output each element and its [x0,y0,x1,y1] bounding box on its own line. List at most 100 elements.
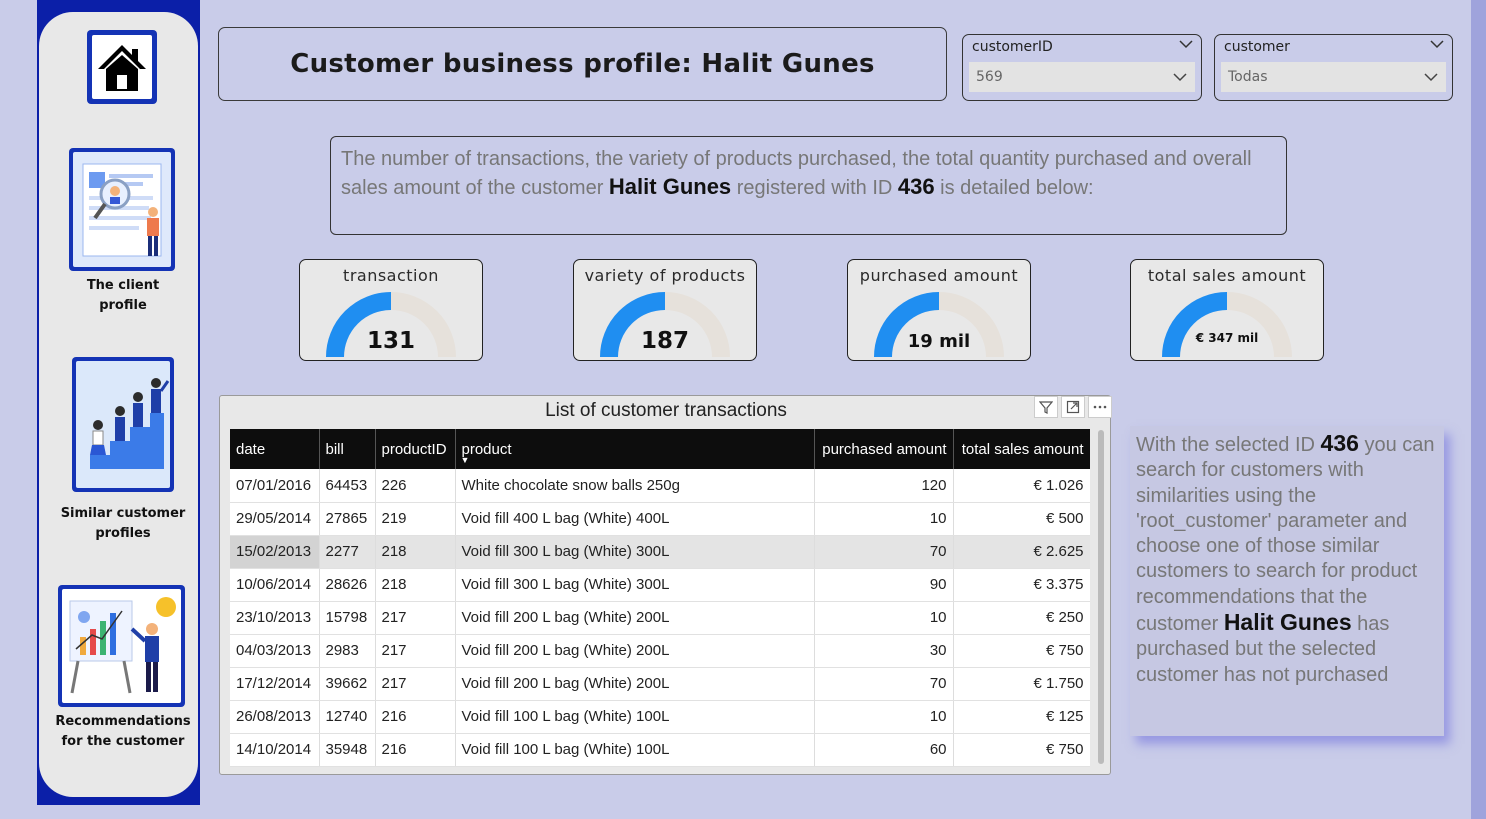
chevron-down-icon [1424,73,1438,82]
kpi-transaction: transaction 131 [299,259,483,361]
nav-client-profile[interactable] [69,148,175,271]
cell-bill: 35948 [319,733,376,767]
cell-productid: 226 [375,469,456,503]
kpi-total-sales-amount: total sales amount € 347 mil [1130,259,1324,361]
client-profile-illustration [82,163,162,257]
customer-description: The number of transactions, the variety … [330,136,1287,235]
table-title: List of customer transactions [545,400,787,421]
sort-descending-icon: ▼ [460,455,470,465]
gauge [1162,292,1292,357]
cell-total-sales-amount: € 500 [953,502,1090,536]
cell-bill: 27865 [319,502,376,536]
filter-icon[interactable] [1034,396,1058,418]
customer-dropdown[interactable]: Todas [1221,62,1446,92]
table-row[interactable]: 29/05/2014 27865 219 Void fill 400 L bag… [230,502,1090,536]
cell-date: 26/08/2013 [230,700,320,734]
column-header-total-sales-amount[interactable]: total sales amount [953,429,1090,469]
table-row-selected[interactable]: 15/02/2013 2277 218 Void fill 300 L bag … [230,535,1090,569]
kpi-value: 19 mil [907,331,971,352]
kpi-title: purchased amount [859,266,1019,285]
cell-purchased-amount: 10 [814,700,954,734]
kpi-title: variety of products [584,266,746,285]
chevron-down-icon[interactable] [1179,37,1193,51]
cell-bill: 28626 [319,568,376,602]
cell-bill: 64453 [319,469,376,503]
cell-product: Void fill 300 L bag (White) 300L [455,568,815,602]
table-scrollbar[interactable] [1098,430,1104,764]
chevron-down-icon[interactable] [1430,37,1444,51]
recommendations-illustration [69,597,176,694]
customerid-slicer-label: customerID [972,39,1053,55]
visual-header-icons [1031,396,1112,418]
nav-similar-customers[interactable] [72,357,174,492]
customer-slicer: customer Todas [1214,34,1453,101]
home-button[interactable] [87,30,157,104]
cell-productid: 217 [375,634,456,668]
table-row[interactable]: 26/08/2013 12740 216 Void fill 100 L bag… [230,700,1090,734]
kpi-value: € 347 mil [1195,331,1259,345]
kpi-purchased-amount: purchased amount 19 mil [847,259,1031,361]
table-row[interactable]: 10/06/2014 28626 218 Void fill 300 L bag… [230,568,1090,602]
chevron-down-icon [1173,73,1187,82]
customer-id: 436 [897,174,935,199]
cell-bill: 2277 [319,535,376,569]
nav-recommendations-label: Recommendations for the customer [55,714,191,749]
cell-purchased-amount: 70 [814,535,954,569]
table-row[interactable]: 17/12/2014 39662 217 Void fill 200 L bag… [230,667,1090,701]
transactions-table-card: List of customer transactions date bill … [219,395,1112,775]
cell-bill: 2983 [319,634,376,668]
similar-customers-illustration [90,378,170,469]
similarity-info-panel: With the selected ID 436 you can search … [1130,426,1444,736]
table-header-row: date bill productID product ▼ purchased a… [230,429,1090,469]
cell-productid: 216 [375,733,456,767]
nav-recommendations[interactable] [58,585,185,707]
table-row[interactable]: 23/10/2013 15798 217 Void fill 200 L bag… [230,601,1090,635]
kpi-value: 187 [640,328,689,354]
cell-date: 14/10/2014 [230,733,320,767]
right-edge-strip [1471,0,1486,819]
cell-productid: 217 [375,667,456,701]
kpi-title: transaction [343,266,439,285]
info-customer-name: Halit Gunes [1223,609,1352,636]
cell-purchased-amount: 10 [814,601,954,635]
column-header-productid[interactable]: productID [375,429,456,469]
cell-productid: 216 [375,700,456,734]
cell-productid: 217 [375,601,456,635]
cell-purchased-amount: 90 [814,568,954,602]
cell-total-sales-amount: € 750 [953,634,1090,668]
more-options-icon[interactable] [1088,396,1112,418]
cell-product: Void fill 100 L bag (White) 100L [455,700,815,734]
customerid-slicer: customerID 569 [962,34,1202,101]
page-title: Customer business profile: Halit Gunes [290,49,875,79]
cell-total-sales-amount: € 250 [953,601,1090,635]
customerid-dropdown[interactable]: 569 [969,62,1195,92]
table-row[interactable]: 07/01/2016 64453 226 White chocolate sno… [230,469,1090,503]
column-header-product[interactable]: product ▼ [455,429,815,469]
info-id: 436 [1320,430,1359,456]
transactions-table-wrap: date bill productID product ▼ purchased a… [230,429,1090,767]
customerid-dropdown-value: 569 [976,69,1003,85]
cell-date: 23/10/2013 [230,601,320,635]
cell-bill: 39662 [319,667,376,701]
info-text: you can search for customers with simila… [1136,434,1435,636]
cell-productid: 219 [375,502,456,536]
cell-total-sales-amount: € 750 [953,733,1090,767]
kpi-variety-of-products: variety of products 187 [573,259,757,361]
nav-client-profile-label: The client profile [86,278,160,313]
column-header-bill[interactable]: bill [319,429,376,469]
column-header-purchased-amount[interactable]: purchased amount [814,429,954,469]
page-title-box: Customer business profile: Halit Gunes [218,27,947,101]
cell-bill: 12740 [319,700,376,734]
info-text: With the selected ID [1136,434,1321,456]
cell-purchased-amount: 30 [814,634,954,668]
table-row[interactable]: 14/10/2014 35948 216 Void fill 100 L bag… [230,733,1090,767]
description-text: registered with ID [731,177,898,199]
cell-product: Void fill 200 L bag (White) 200L [455,634,815,668]
table-row[interactable]: 04/03/2013 2983 217 Void fill 200 L bag … [230,634,1090,668]
focus-mode-icon[interactable] [1061,396,1085,418]
cell-total-sales-amount: € 3.375 [953,568,1090,602]
cell-purchased-amount: 70 [814,667,954,701]
column-header-date[interactable]: date [230,429,320,469]
cell-date: 04/03/2013 [230,634,320,668]
cell-productid: 218 [375,568,456,602]
